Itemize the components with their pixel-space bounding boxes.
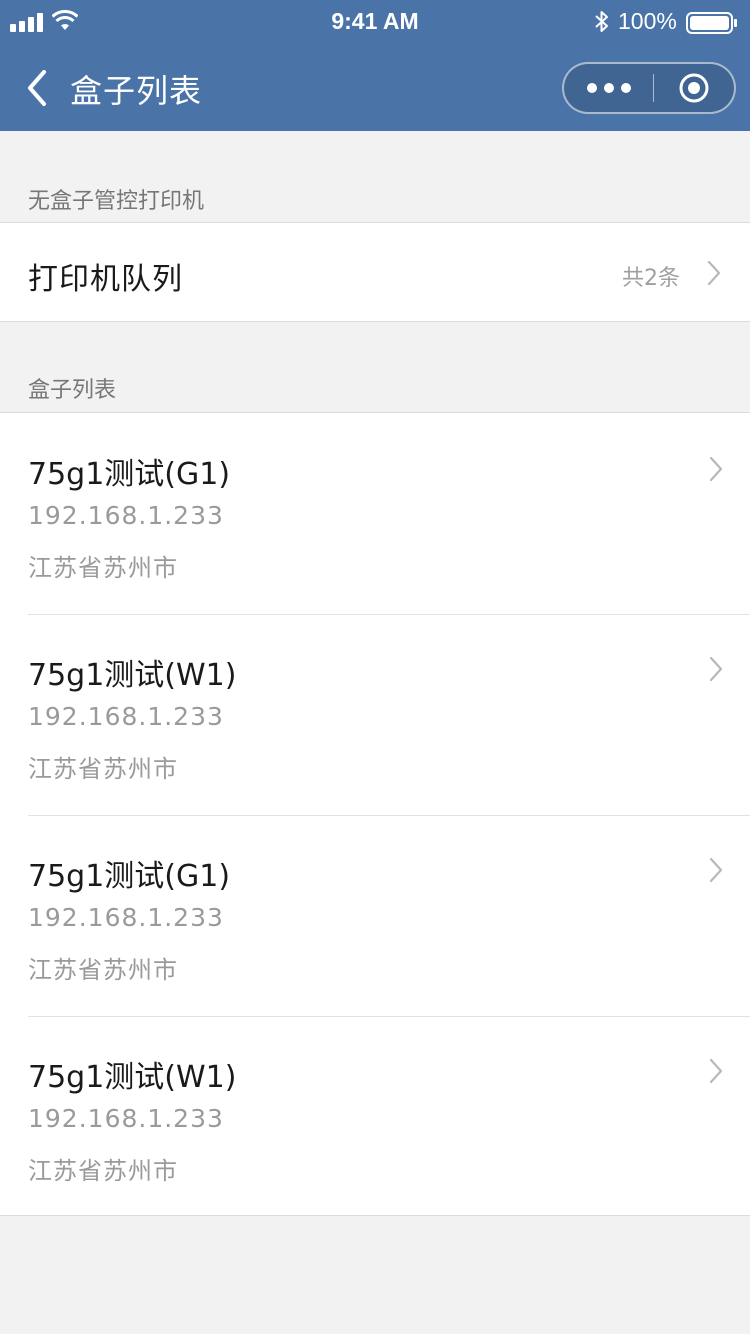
printer-section-panel: 打印机队列 共2条 <box>0 222 750 322</box>
box-name: 75g1测试(G1) <box>28 859 231 894</box>
battery-icon <box>686 12 737 34</box>
printer-queue-label: 打印机队列 <box>28 262 183 297</box>
close-miniprogram-icon[interactable] <box>654 64 734 112</box>
box-location: 江苏省苏州市 <box>28 755 178 783</box>
back-icon[interactable] <box>22 64 58 112</box>
box-section-header: 盒子列表 <box>28 378 117 403</box>
box-location: 江苏省苏州市 <box>28 554 178 582</box>
box-name: 75g1测试(G1) <box>28 457 231 492</box>
chevron-right-icon <box>709 656 723 682</box>
navigation-bar: 盒子列表 <box>0 44 750 131</box>
chevron-right-icon <box>707 260 721 286</box>
status-bar: 9:41 AM 100% <box>0 0 750 44</box>
box-location: 江苏省苏州市 <box>28 956 178 984</box>
box-list: 75g1测试(G1) 192.168.1.233 江苏省苏州市 75g1测试(W… <box>0 412 750 1216</box>
miniprogram-capsule <box>562 62 736 114</box>
box-ip: 192.168.1.233 <box>28 1104 224 1133</box>
app-header: 9:41 AM 100% 盒子列表 <box>0 0 750 131</box>
box-location: 江苏省苏州市 <box>28 1157 178 1185</box>
battery-percent: 100% <box>618 8 677 34</box>
chevron-right-icon <box>709 1058 723 1084</box>
box-list-item[interactable]: 75g1测试(G1) 192.168.1.233 江苏省苏州市 <box>0 413 750 614</box>
bluetooth-icon <box>595 11 608 32</box>
box-name: 75g1测试(W1) <box>28 658 237 693</box>
box-name: 75g1测试(W1) <box>28 1060 237 1095</box>
chevron-right-icon <box>709 857 723 883</box>
page-title: 盒子列表 <box>70 72 203 110</box>
box-list-item[interactable]: 75g1测试(G1) 192.168.1.233 江苏省苏州市 <box>0 815 750 1016</box>
printer-queue-count: 共2条 <box>622 266 680 291</box>
more-icon[interactable] <box>564 64 654 112</box>
box-list-item[interactable]: 75g1测试(W1) 192.168.1.233 江苏省苏州市 <box>0 614 750 815</box>
box-ip: 192.168.1.233 <box>28 903 224 932</box>
printer-section-header: 无盒子管控打印机 <box>28 189 205 214</box>
box-ip: 192.168.1.233 <box>28 702 224 731</box>
box-ip: 192.168.1.233 <box>28 501 224 530</box>
printer-queue-row[interactable]: 打印机队列 共2条 <box>0 223 750 321</box>
box-list-item[interactable]: 75g1测试(W1) 192.168.1.233 江苏省苏州市 <box>0 1016 750 1217</box>
chevron-right-icon <box>709 456 723 482</box>
